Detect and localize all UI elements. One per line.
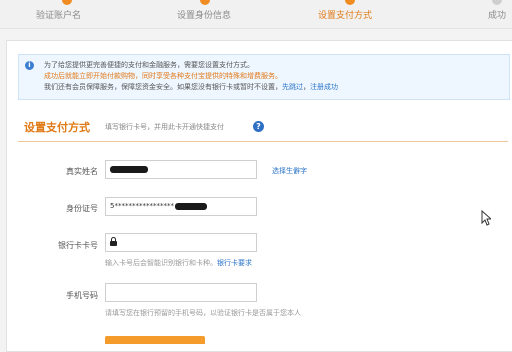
id-number-input[interactable]: 5*****************	[105, 197, 257, 216]
step-4-label: 成功	[488, 11, 507, 21]
progress-steps: 验证账户名 设置身份信息 设置支付方式 成功	[0, 0, 512, 29]
skip-link[interactable]: 先跳过	[282, 83, 303, 91]
card-number-label: 银行卡卡号	[58, 241, 98, 250]
phone-hint: 请填写您在银行预留的手机号码，以验证银行卡是否属于您本人	[105, 309, 301, 317]
info-notice: i 为了给您提供更完善便捷的支付和金融服务，需要您设置支付方式。 成功后就能立即…	[18, 54, 510, 100]
section-title: 设置支付方式	[24, 121, 90, 134]
step-2-label: 设置身份信息	[177, 11, 232, 21]
next-button[interactable]	[105, 336, 205, 344]
card-number-input[interactable]	[105, 233, 257, 252]
notice-line-1: 为了给您提供更完善便捷的支付和金融服务，需要您设置支付方式。	[44, 61, 254, 69]
notice-line-3: 我们还有会员保障服务，保障您资金安全。如果您没有银行卡或暂时不设置，先跳过，注册…	[44, 82, 338, 92]
step-3-label: 设置支付方式	[318, 11, 373, 21]
notice-separator: ，	[303, 83, 310, 91]
register-success-link[interactable]: 注册成功	[310, 83, 338, 91]
step-4-dot	[492, 0, 502, 5]
card-requirements-link[interactable]: 银行卡要求	[217, 259, 252, 267]
rare-character-link[interactable]: 选择生僻字	[272, 166, 307, 176]
lock-icon	[110, 236, 117, 246]
section-hint: 填写银行卡号，并用此卡开通快捷支付	[105, 123, 224, 131]
card-number-hint: 输入卡号后会智能识别银行和卡种。银行卡要求	[105, 258, 252, 268]
real-name-label: 真实姓名	[66, 167, 98, 176]
info-icon: i	[25, 61, 34, 70]
notice-line-3-text: 我们还有会员保障服务，保障您资金安全。如果您没有银行卡或暂时不设置，	[44, 83, 282, 91]
redacted-name	[110, 165, 148, 173]
notice-line-2: 成功后就能立即开始付款购物，同时享受各种支付宝提供的特殊和增费服务。	[44, 72, 282, 80]
mouse-cursor-icon	[481, 210, 491, 226]
phone-label: 手机号码	[66, 291, 98, 300]
card-hint-text: 输入卡号后会智能识别银行和卡种。	[105, 259, 217, 267]
redacted-id	[174, 202, 207, 210]
step-2-dot	[200, 0, 210, 5]
step-3-dot	[345, 0, 355, 5]
id-number-value: 5*****************	[110, 202, 174, 210]
step-1-label: 验证账户名	[36, 11, 82, 21]
step-1-dot	[62, 0, 72, 5]
help-icon[interactable]: ?	[253, 121, 264, 132]
section-divider	[18, 141, 508, 142]
real-name-input[interactable]	[105, 160, 257, 179]
id-number-label: 身份证号	[66, 204, 98, 213]
phone-input[interactable]	[105, 283, 257, 302]
